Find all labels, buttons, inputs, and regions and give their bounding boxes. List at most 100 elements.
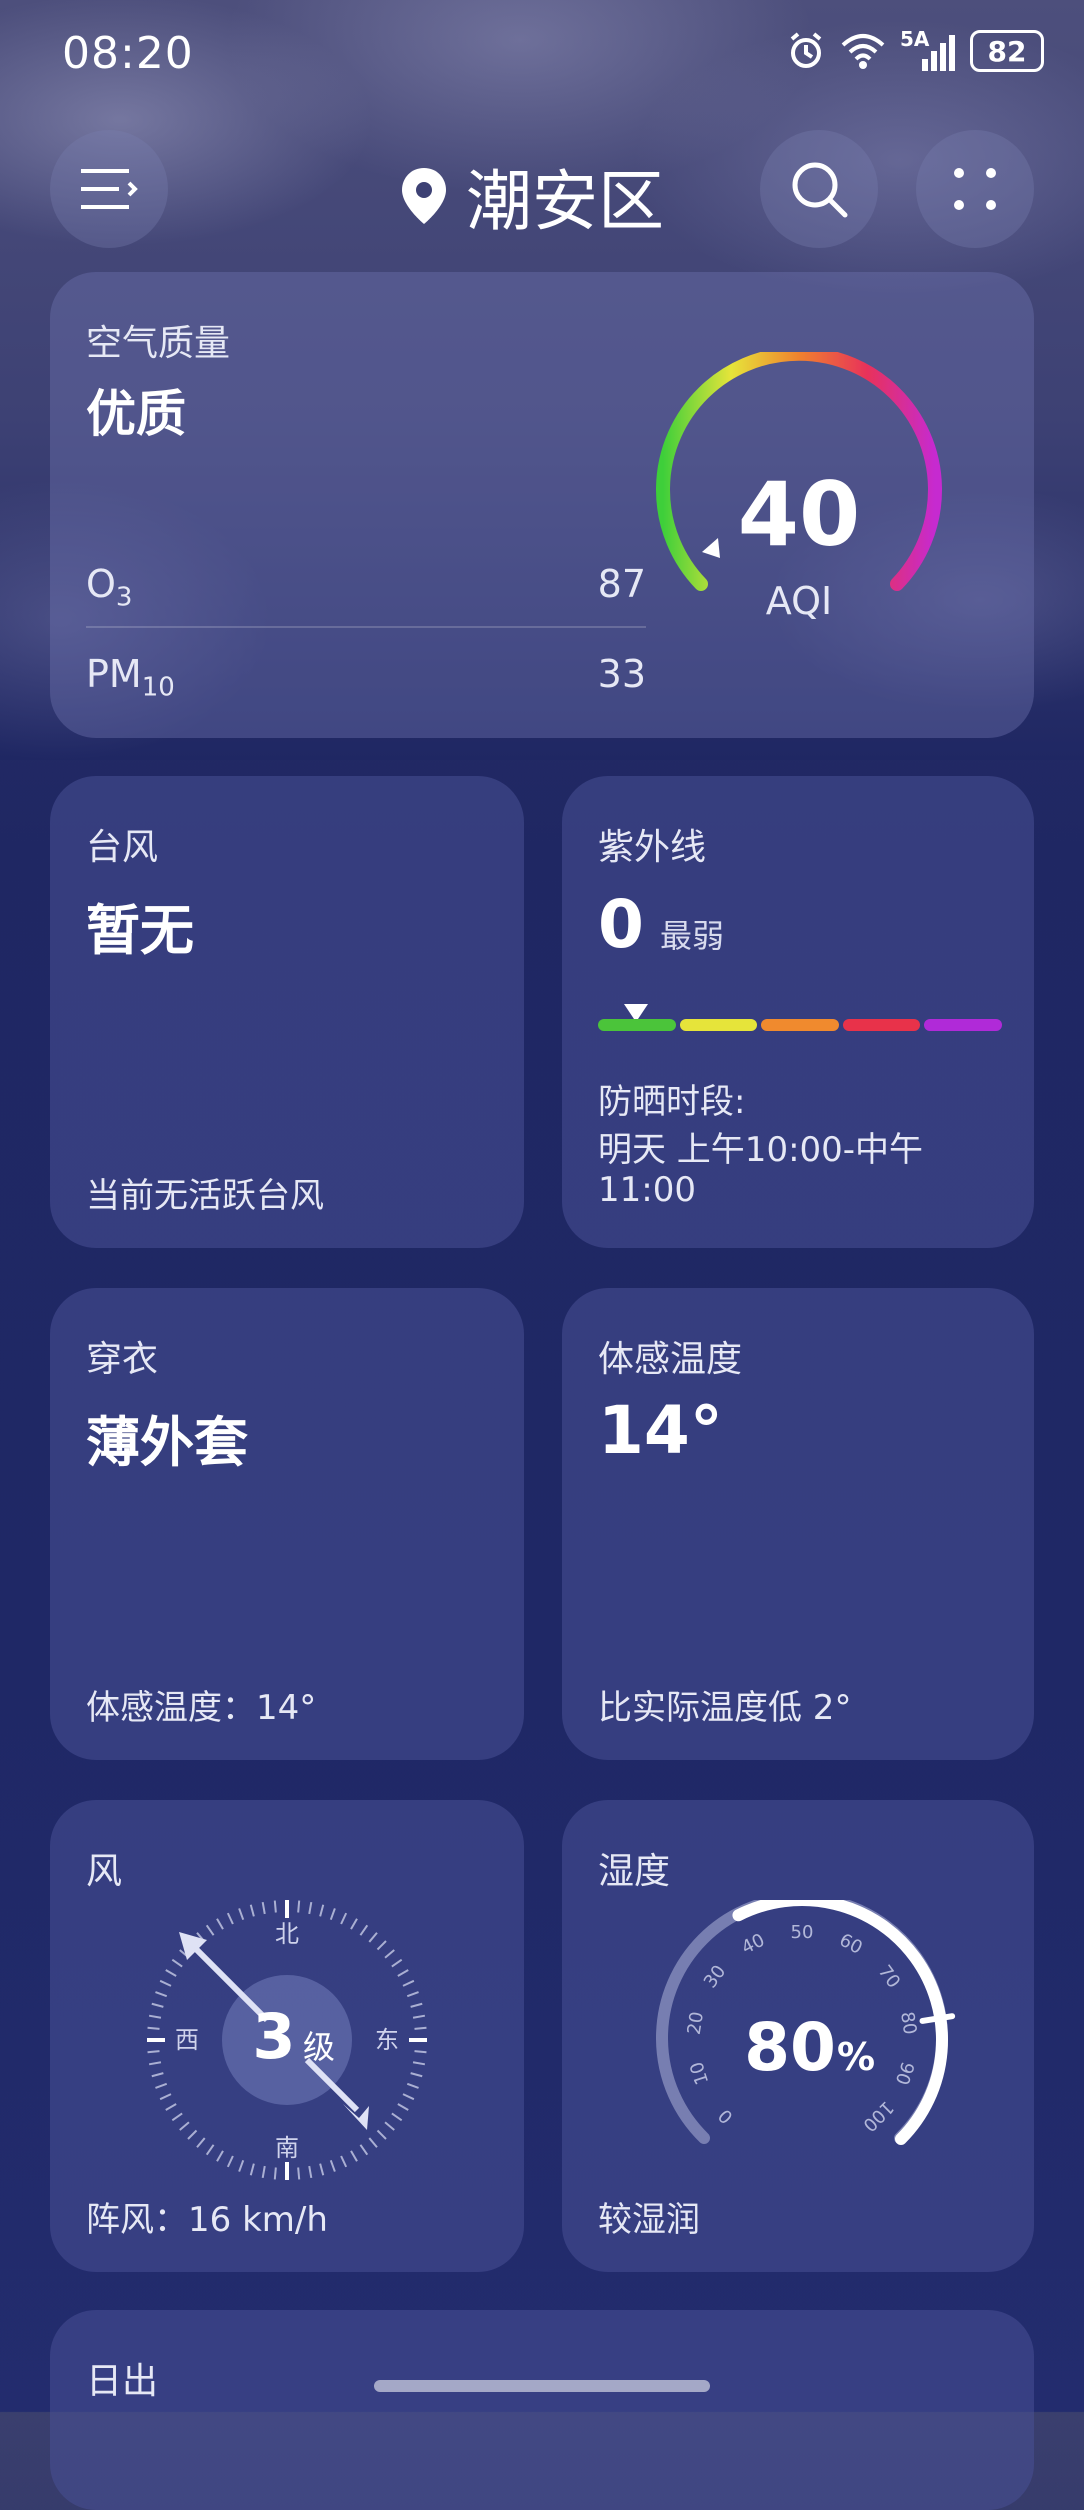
aqi-value: 40 bbox=[738, 463, 860, 566]
compass-east: 东 bbox=[375, 2026, 399, 2054]
compass-tick bbox=[148, 2061, 162, 2066]
compass-tick bbox=[273, 2167, 277, 2180]
aqi-gauge: 40 AQI bbox=[656, 352, 942, 623]
humidity-unit: % bbox=[837, 2035, 875, 2079]
air-quality-card[interactable]: 空气质量 优质 O3 87 PM10 33 40 AQI bbox=[50, 272, 1034, 738]
compass-tick bbox=[147, 2050, 160, 2054]
uv-level: 最弱 bbox=[659, 917, 724, 955]
uv-card[interactable]: 紫外线 0 最弱 防晒时段: 明天 上午10:00-中午 11:00 bbox=[562, 776, 1034, 1248]
humidity-tick-label: 30 bbox=[700, 1961, 730, 1992]
compass-tick bbox=[391, 2112, 403, 2122]
compass-tick bbox=[151, 2002, 164, 2008]
sunrise-title: 日出 bbox=[86, 2361, 159, 2402]
status-time: 08:20 bbox=[62, 28, 194, 79]
compass-tick bbox=[297, 1900, 301, 1913]
compass-tick bbox=[412, 2061, 426, 2066]
uv-value: 0 bbox=[598, 886, 644, 963]
compass-tick bbox=[238, 1908, 245, 1921]
humidity-tick-label: 70 bbox=[874, 1961, 904, 1992]
compass-tick bbox=[391, 1958, 403, 1968]
status-bar: 08:20 5A 82 bbox=[0, 0, 1084, 110]
clothing-card[interactable]: 穿衣 薄外套 体感温度：14° bbox=[50, 1288, 524, 1760]
sunscreen-time-line1: 明天 上午10:00-中午 bbox=[598, 1130, 924, 1170]
compass-tick bbox=[205, 1924, 215, 1936]
typhoon-note: 当前无活跃台风 bbox=[86, 1176, 324, 1216]
compass-tick bbox=[359, 2144, 369, 2156]
compass-tick bbox=[238, 2159, 245, 2172]
compass-tick bbox=[216, 2150, 224, 2162]
clothing-note: 体感温度：14° bbox=[86, 1688, 317, 1728]
compass-tick bbox=[410, 2072, 423, 2078]
compass-tick bbox=[376, 1940, 387, 1951]
menu-icon bbox=[81, 169, 138, 209]
feels-like-card[interactable]: 体感温度 14° 比实际温度低 2° bbox=[562, 1288, 1034, 1760]
compass-tick bbox=[319, 2163, 325, 2176]
wind-card[interactable]: 风 北 南 东 西 3 级 阵风：16 km/h bbox=[50, 1800, 524, 2272]
compass-tick bbox=[216, 1918, 224, 1930]
compass-tick bbox=[249, 1904, 255, 1917]
compass-tick bbox=[226, 2155, 234, 2168]
compass-tick bbox=[359, 1924, 369, 1936]
humidity-note: 较湿润 bbox=[598, 2200, 700, 2240]
pm10-value: 33 bbox=[597, 652, 646, 696]
location-title[interactable]: 潮安区 bbox=[400, 148, 664, 244]
feels-like-title: 体感温度 bbox=[598, 1339, 743, 1380]
o3-value: 87 bbox=[597, 562, 646, 606]
uv-segment bbox=[679, 1019, 758, 1031]
o3-label: O3 bbox=[86, 562, 133, 613]
compass-tick bbox=[319, 1904, 325, 1917]
compass-tick bbox=[196, 2137, 206, 2148]
sunscreen-time-line2: 11:00 bbox=[598, 1170, 696, 1210]
search-button[interactable] bbox=[760, 130, 878, 248]
uv-title: 紫外线 bbox=[598, 827, 707, 868]
wifi-icon bbox=[841, 34, 885, 69]
wind-level: 3 bbox=[252, 2000, 295, 2073]
humidity-tick-label: 20 bbox=[684, 2010, 708, 2036]
more-button[interactable] bbox=[916, 130, 1034, 248]
humidity-tick-label: 0 bbox=[715, 2105, 738, 2128]
compass-tick bbox=[171, 2112, 183, 2122]
feels-like-value: 14° bbox=[598, 1392, 723, 1469]
typhoon-card[interactable]: 台风 暂无 当前无活跃台风 bbox=[50, 776, 524, 1248]
compass-tick bbox=[350, 1918, 358, 1930]
uv-segment bbox=[842, 1019, 921, 1031]
more-grid-icon bbox=[954, 168, 996, 210]
status-icons: 5A 82 bbox=[786, 27, 1044, 72]
compass-tick bbox=[155, 1991, 168, 1998]
compass-tick bbox=[384, 1949, 395, 1959]
clothing-value: 薄外套 bbox=[86, 1411, 248, 1474]
compass-tick bbox=[414, 2050, 427, 2054]
compass-tick bbox=[226, 1912, 234, 1925]
compass-tick bbox=[402, 1979, 415, 1987]
sunrise-card[interactable]: 日出 bbox=[50, 2310, 1034, 2510]
compass-tick bbox=[350, 2150, 358, 2162]
compass-tick bbox=[397, 2103, 409, 2111]
compass-tick bbox=[261, 1901, 266, 1915]
aqi-label: AQI bbox=[766, 579, 832, 623]
humidity-value: 80 bbox=[744, 2009, 836, 2086]
compass-tick bbox=[159, 2093, 172, 2101]
compass-tick bbox=[179, 2121, 190, 2131]
compass-tick bbox=[147, 2026, 160, 2030]
compass-west: 西 bbox=[175, 2026, 199, 2054]
humidity-gauge: 010 20 30 40 50 60 70 80 90 100 80 % bbox=[656, 1900, 956, 2145]
compass-tick bbox=[261, 2165, 266, 2179]
compass-tick bbox=[414, 2026, 427, 2030]
uv-segment bbox=[924, 1019, 1002, 1031]
compass-tick bbox=[165, 2103, 177, 2111]
humidity-tick-label: 100 bbox=[858, 2096, 897, 2135]
humidity-tick-label: 60 bbox=[836, 1930, 866, 1959]
home-indicator[interactable] bbox=[374, 2380, 710, 2392]
sunscreen-label: 防晒时段: bbox=[598, 1082, 746, 1122]
humidity-card[interactable]: 湿度 0 10 20 30 40 50 60 70 80 90 100 80 % 较湿润 bbox=[562, 1800, 1034, 2272]
uv-value-row: 0 最弱 bbox=[598, 886, 724, 963]
menu-button[interactable] bbox=[50, 130, 168, 248]
humidity-needle bbox=[919, 2013, 956, 2024]
compass-tick bbox=[376, 2129, 387, 2140]
compass-tick bbox=[340, 1912, 348, 1925]
compass-tick bbox=[205, 2144, 215, 2156]
wind-title: 风 bbox=[86, 1851, 123, 1892]
humidity-tick-label: 50 bbox=[791, 1922, 814, 1943]
compass-tick bbox=[368, 1932, 378, 1943]
uv-segment bbox=[598, 1019, 676, 1031]
